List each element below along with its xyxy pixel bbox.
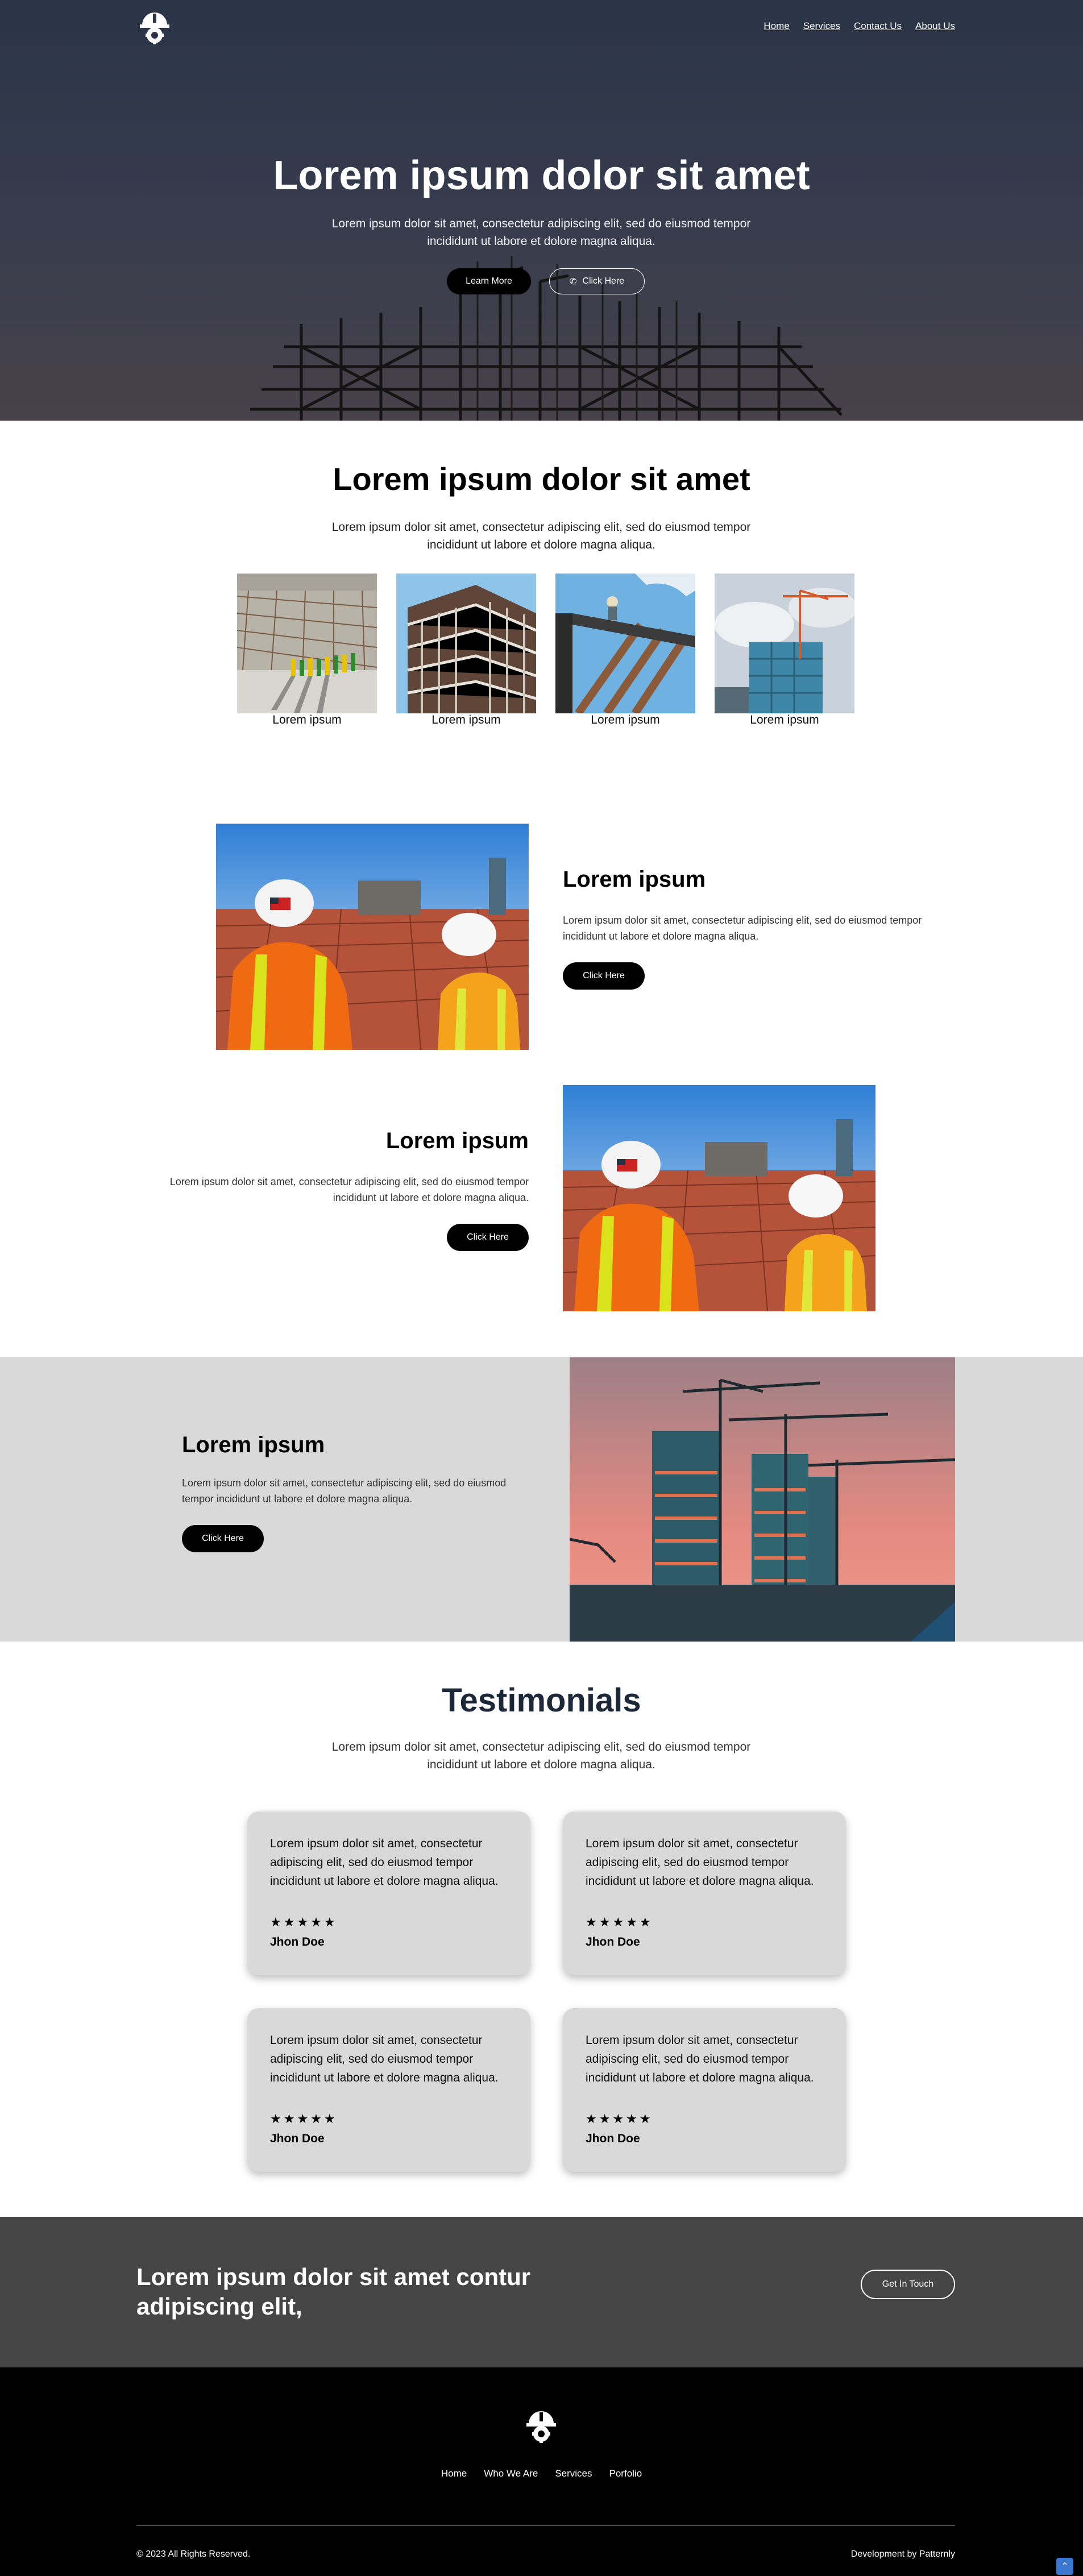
learn-more-button[interactable]: Learn More	[447, 268, 531, 294]
testimonial-author: Jhon Doe	[270, 1935, 325, 1948]
cta-title: Lorem ipsum dolor sit amet contur adipis…	[136, 2263, 531, 2320]
star-rating-icon: ★★★★★	[586, 1915, 653, 1929]
hero-click-here-label: Click Here	[582, 276, 625, 286]
testimonial-card: Lorem ipsum dolor sit amet, consectetur …	[563, 1811, 846, 1975]
footer-divider	[136, 2525, 955, 2526]
scaffold-silhouette-image	[250, 256, 843, 421]
footer-link-home[interactable]: Home	[441, 2468, 467, 2479]
gallery-image-3	[555, 574, 695, 713]
testimonial-card: Lorem ipsum dolor sit amet, consectetur …	[247, 2008, 530, 2172]
gallery-caption-1: Lorem ipsum	[272, 713, 342, 726]
footer-link-services[interactable]: Services	[555, 2468, 592, 2479]
feature-1-image	[216, 824, 529, 1050]
feature-3-image	[570, 1357, 955, 1642]
testimonial-quote: Lorem ipsum dolor sit amet, consectetur …	[270, 1837, 499, 1888]
chevron-up-icon: ⌃	[1061, 2562, 1069, 2571]
feature-2-image	[563, 1085, 875, 1311]
phone-icon: ✆	[569, 277, 577, 286]
get-in-touch-button[interactable]: Get In Touch	[861, 2270, 955, 2299]
footer-logo-icon[interactable]	[524, 2404, 558, 2444]
feature-3-button[interactable]: Click Here	[182, 1525, 264, 1552]
gallery-caption-4: Lorem ipsum	[750, 713, 819, 726]
gallery-image-1	[237, 574, 377, 713]
testimonial-quote: Lorem ipsum dolor sit amet, consectetur …	[586, 2034, 814, 2084]
testimonial-quote: Lorem ipsum dolor sit amet, consectetur …	[586, 1837, 814, 1888]
nav-about-link[interactable]: About Us	[915, 20, 955, 32]
hero-section: Home Services Contact Us About Us Lorem …	[0, 0, 1083, 421]
footer-link-portfolio[interactable]: Porfolio	[609, 2468, 642, 2479]
hero-click-here-button[interactable]: ✆ Click Here	[549, 268, 645, 294]
testimonial-card: Lorem ipsum dolor sit amet, consectetur …	[247, 1811, 530, 1975]
cta-banner: Lorem ipsum dolor sit amet contur adipis…	[0, 2217, 1083, 2367]
feature-2-title: Lorem ipsum	[385, 1128, 529, 1153]
gallery-image-4	[715, 574, 854, 713]
testimonials-title: Testimonials	[442, 1682, 641, 1719]
nav-services-link[interactable]: Services	[803, 20, 840, 32]
star-rating-icon: ★★★★★	[270, 1915, 338, 1929]
back-to-top-button[interactable]: ⌃	[1056, 2558, 1073, 2575]
intro-text: Lorem ipsum dolor sit amet, consectetur …	[331, 521, 751, 551]
testimonials-text: Lorem ipsum dolor sit amet, consectetur …	[331, 1740, 751, 1771]
feature-2-text: Lorem ipsum dolor sit amet, consectetur …	[169, 1176, 529, 1203]
feature-1-text: Lorem ipsum dolor sit amet, consectetur …	[563, 915, 922, 942]
gallery-image-2	[396, 574, 536, 713]
hero-text: Lorem ipsum dolor sit amet, consectetur …	[331, 217, 751, 248]
footer-link-who-we-are[interactable]: Who We Are	[484, 2468, 538, 2479]
testimonial-quote: Lorem ipsum dolor sit amet, consectetur …	[270, 2034, 499, 2084]
testimonial-author: Jhon Doe	[586, 1935, 640, 1948]
feature-3-text: Lorem ipsum dolor sit amet, consectetur …	[182, 1477, 507, 1505]
star-rating-icon: ★★★★★	[586, 2112, 653, 2126]
intro-title: Lorem ipsum dolor sit amet	[333, 461, 750, 497]
feature-2-button[interactable]: Click Here	[447, 1224, 529, 1251]
feature-3-title: Lorem ipsum	[182, 1432, 325, 1457]
developer-credit: Development by Patternly	[850, 2549, 955, 2559]
star-rating-icon: ★★★★★	[270, 2112, 338, 2126]
hero-title: Lorem ipsum dolor sit amet	[273, 153, 810, 198]
feature-1-title: Lorem ipsum	[563, 867, 706, 892]
testimonial-card: Lorem ipsum dolor sit amet, consectetur …	[563, 2008, 846, 2172]
logo-icon[interactable]	[138, 6, 172, 45]
main-nav: Home Services Contact Us About Us	[764, 20, 955, 32]
testimonial-author: Jhon Doe	[586, 2132, 640, 2145]
gallery-caption-2: Lorem ipsum	[431, 713, 501, 726]
feature-1-button[interactable]: Click Here	[563, 962, 645, 990]
testimonial-author: Jhon Doe	[270, 2132, 325, 2145]
copyright-text: © 2023 All Rights Reserved.	[136, 2549, 251, 2559]
gallery-caption-3: Lorem ipsum	[591, 713, 660, 726]
footer-nav: Home Who We Are Services Porfolio	[0, 2468, 1083, 2479]
feature-3-section: Lorem ipsum Lorem ipsum dolor sit amet, …	[0, 1357, 1083, 1642]
nav-home-link[interactable]: Home	[764, 20, 789, 32]
nav-contact-link[interactable]: Contact Us	[854, 20, 902, 32]
footer: Home Who We Are Services Porfolio © 2023…	[0, 2367, 1083, 2576]
